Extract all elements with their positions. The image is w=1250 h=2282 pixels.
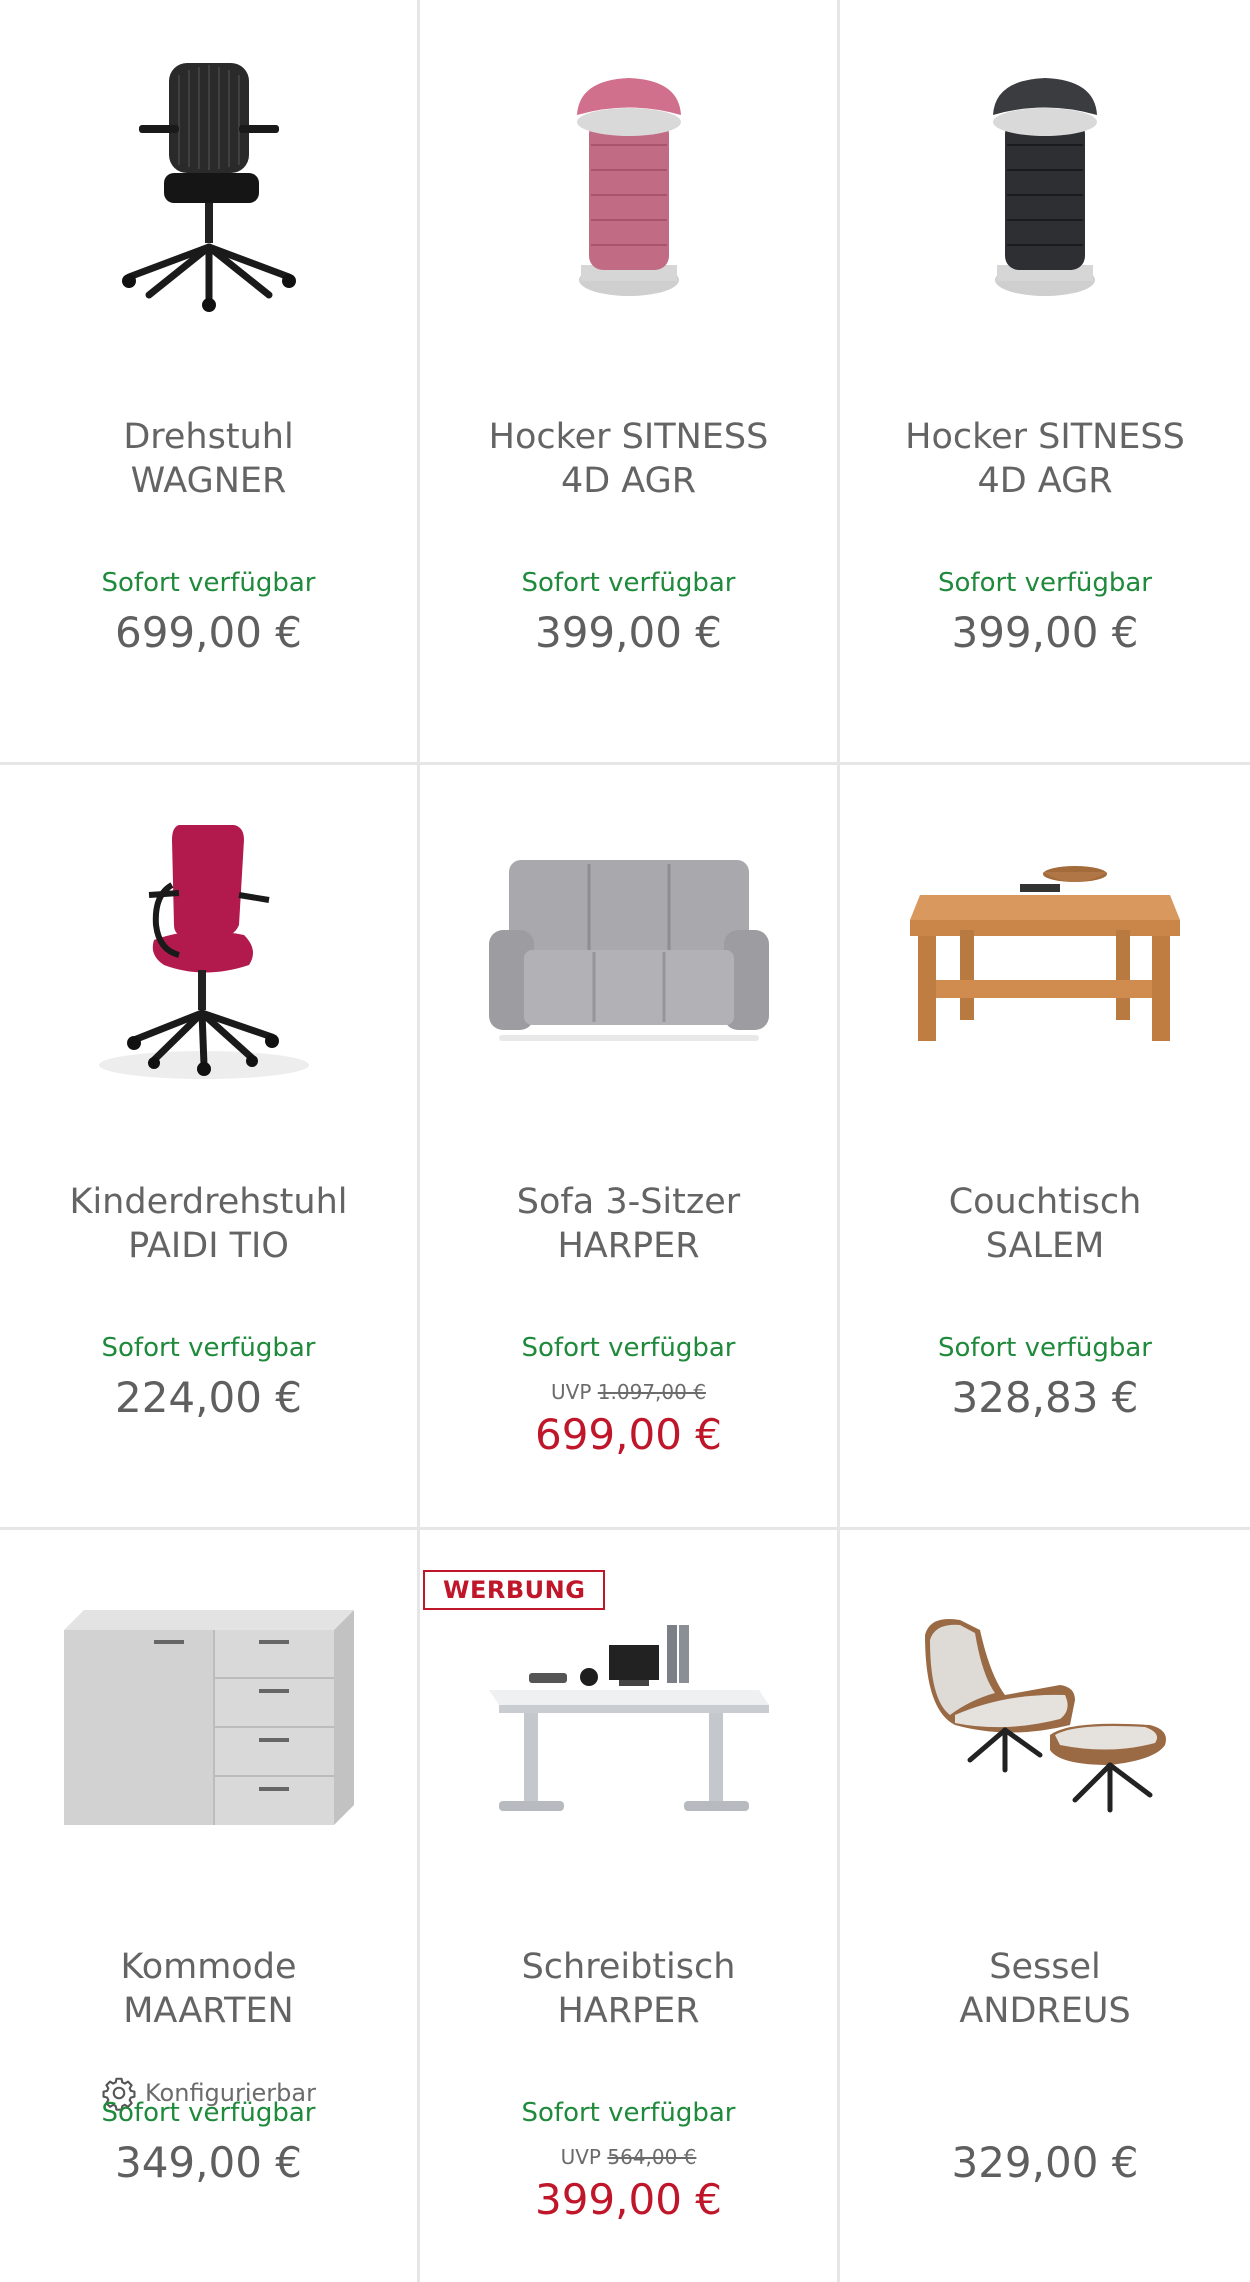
row-divider [0, 762, 1250, 765]
stool-pink-icon [576, 78, 681, 296]
product-grid: Drehstuhl WAGNER Sofort verfügbar 699,00 … [0, 0, 1250, 2282]
lounge-chair-icon [925, 1619, 1166, 1813]
product-card[interactable]: Sofa 3-Sitzer HARPER Sofort verfügbar UVP… [420, 765, 837, 1527]
product-price: 328,83 € [951, 1373, 1139, 1422]
product-price: 399,00 € [951, 608, 1139, 657]
product-name[interactable]: Sessel ANDREUS [850, 1945, 1240, 2033]
availability-label: Sofort verfügbar [938, 568, 1152, 598]
office-chair-pink-icon [98, 825, 309, 1079]
product-image[interactable] [420, 20, 837, 350]
availability-label: Sofort verfügbar [101, 568, 316, 598]
product-image[interactable] [840, 20, 1250, 350]
availability-label: Sofort verfügbar [521, 568, 736, 598]
coffee-table-wood-icon [910, 866, 1180, 1041]
sofa-grey-icon [488, 860, 769, 1041]
product-card[interactable]: Hocker SITNESS 4D AGR Sofort verfügbar 39… [840, 0, 1250, 762]
product-price: 224,00 € [114, 1373, 303, 1422]
product-price: 699,00 € [114, 608, 303, 657]
stool-black-icon [993, 78, 1097, 296]
product-name[interactable]: Drehstuhl WAGNER [10, 415, 407, 503]
product-card[interactable]: Sessel ANDREUS 329,00 € [840, 1530, 1250, 2282]
product-price: 349,00 € [114, 2138, 303, 2187]
availability-label: Sofort verfügbar [521, 2098, 736, 2128]
product-name[interactable]: Schreibtisch HARPER [430, 1945, 827, 2033]
column-divider [837, 0, 840, 2282]
product-card[interactable]: Drehstuhl WAGNER Sofort verfügbar 699,00 … [0, 0, 417, 762]
availability-label: Sofort verfügbar [938, 1333, 1152, 1363]
office-chair-black-icon [121, 63, 296, 312]
sale-price: 399,00 € [534, 2175, 723, 2224]
availability-label: Sofort verfügbar [521, 1333, 736, 1363]
availability-label: Sofort verfügbar [101, 2098, 316, 2128]
product-card[interactable]: WERBUNG Schreibtisch HARPER Sofort verfüg… [420, 1530, 837, 2282]
uvp-price: UVP 1.097,00 € [551, 1380, 706, 1404]
product-name[interactable]: Hocker SITNESS 4D AGR [850, 415, 1240, 503]
standing-desk-icon [488, 1625, 769, 1811]
product-name[interactable]: Couchtisch SALEM [850, 1180, 1240, 1268]
uvp-price: UVP 564,00 € [560, 2145, 697, 2169]
row-divider [0, 1527, 1250, 1530]
product-name[interactable]: Sofa 3-Sitzer HARPER [430, 1180, 827, 1268]
product-name[interactable]: Kommode MAARTEN [10, 1945, 407, 2033]
availability-label: Sofort verfügbar [101, 1333, 316, 1363]
product-image[interactable] [420, 1550, 837, 1880]
sale-price: 699,00 € [534, 1410, 723, 1459]
product-price: 329,00 € [951, 2138, 1139, 2187]
product-card[interactable]: Kinderdrehstuhl PAIDI TIO Sofort verfügba… [0, 765, 417, 1527]
product-card[interactable]: Kommode MAARTEN Konfigurierbar Sofort ver… [0, 1530, 417, 2282]
product-card[interactable]: Couchtisch SALEM Sofort verfügbar 328,83 … [840, 765, 1250, 1527]
product-image[interactable] [0, 20, 417, 350]
product-image[interactable] [0, 785, 417, 1115]
product-name[interactable]: Hocker SITNESS 4D AGR [430, 415, 827, 503]
column-divider [417, 0, 420, 2282]
sideboard-grey-icon [63, 1610, 354, 1825]
product-price: 399,00 € [534, 608, 723, 657]
product-image[interactable] [0, 1550, 417, 1880]
product-name[interactable]: Kinderdrehstuhl PAIDI TIO [10, 1180, 407, 1268]
product-image[interactable] [840, 1550, 1250, 1880]
product-image[interactable] [840, 785, 1250, 1115]
product-card[interactable]: Hocker SITNESS 4D AGR Sofort verfügbar 39… [420, 0, 837, 762]
product-image[interactable] [420, 785, 837, 1115]
